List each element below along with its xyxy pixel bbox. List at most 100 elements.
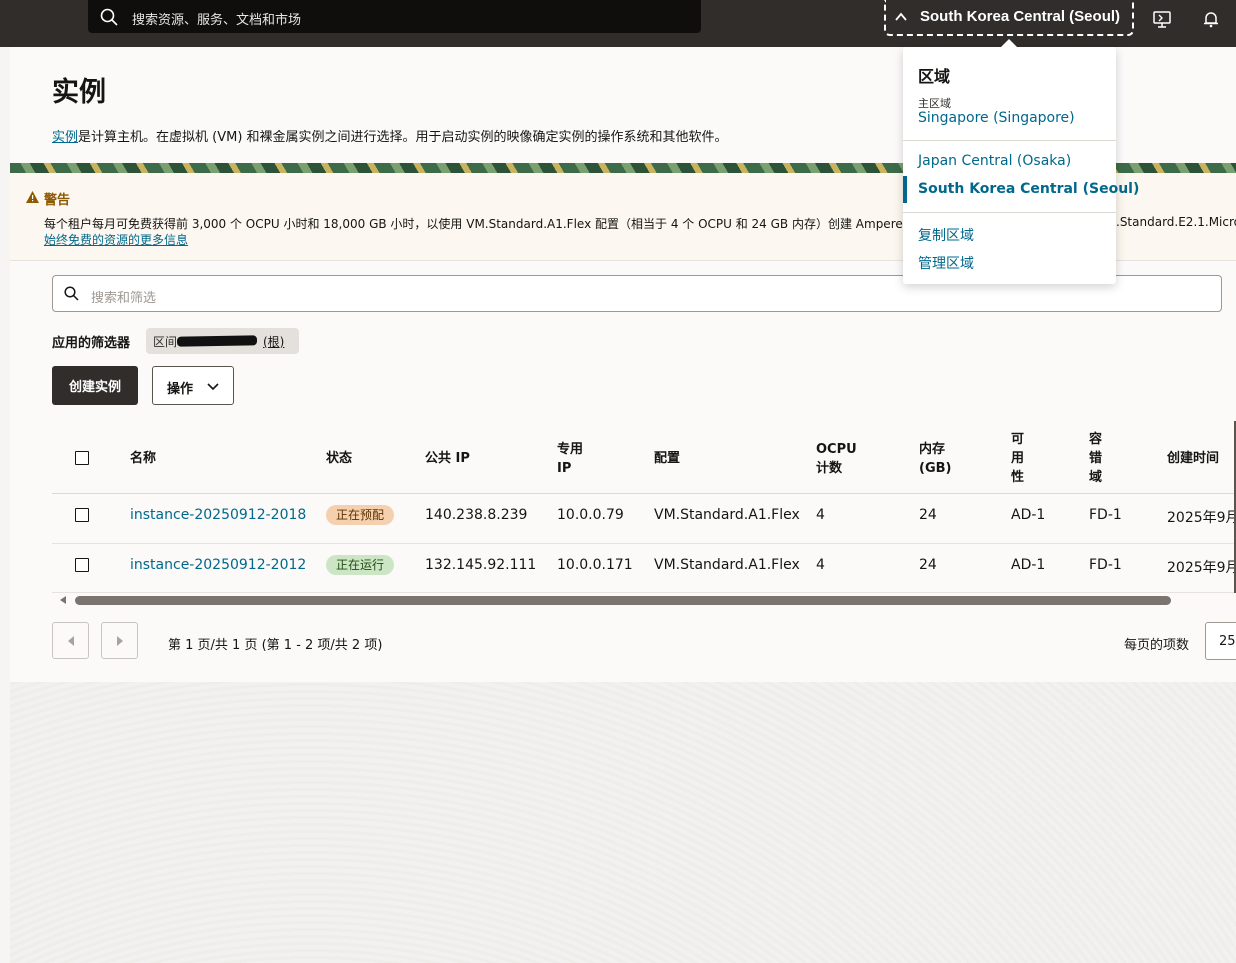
col-fd-l1: 容 (1089, 432, 1103, 447)
private-ip: 10.0.0.171 (557, 557, 633, 573)
warning-title: 警告 (44, 193, 71, 208)
col-name[interactable]: 名称 (130, 449, 156, 468)
scroll-left-arrow-icon[interactable] (58, 595, 68, 605)
col-shape[interactable]: 配置 (654, 449, 680, 468)
col-fd-l3: 域 (1089, 470, 1103, 485)
col-state[interactable]: 状态 (326, 449, 352, 468)
chip-suffix: (根) (263, 335, 285, 349)
fault-domain: FD-1 (1089, 507, 1122, 523)
background-decoration (10, 682, 1236, 963)
instances-doc-link[interactable]: 实例 (52, 130, 78, 145)
cloud-shell-icon[interactable] (1152, 9, 1172, 29)
page-description: 实例是计算主机。在虚拟机 (VM) 和裸金属实例之间进行选择。用于启动实例的映像… (52, 126, 728, 145)
col-private-ip-l2: IP (557, 461, 572, 476)
row-divider (52, 592, 1236, 593)
horizontal-scrollbar[interactable] (75, 596, 1171, 605)
warning-text-tail: .Standard.E2.1.Micro (1116, 215, 1236, 229)
region-item-osaka[interactable]: Japan Central (Osaka) (918, 153, 1071, 169)
row-checkbox[interactable] (75, 508, 89, 522)
ocpu-count: 4 (816, 507, 825, 523)
home-region-label: 主区域 (918, 97, 951, 110)
manage-regions-link[interactable]: 管理区域 (918, 253, 974, 273)
global-search-placeholder: 搜索资源、服务、文档和市场 (132, 13, 302, 28)
per-page-value: 25 (1219, 634, 1236, 649)
region-item-seoul[interactable]: South Korea Central (Seoul) (918, 181, 1139, 197)
home-region-link[interactable]: Singapore (Singapore) (918, 110, 1075, 126)
col-ad-l3: 性 (1011, 470, 1025, 485)
fault-domain: FD-1 (1089, 557, 1122, 573)
global-search-input[interactable]: 搜索资源、服务、文档和市场 (88, 0, 701, 33)
public-ip: 132.145.92.111 (425, 557, 537, 573)
col-ocpu-l2: 计数 (816, 461, 843, 476)
page-description-text: 是计算主机。在虚拟机 (VM) 和裸金属实例之间进行选择。用于启动实例的映像确定… (78, 130, 728, 145)
instance-name-link[interactable]: instance-20250912-2012 (130, 557, 306, 573)
pagination-summary: 第 1 页/共 1 页 (第 1 - 2 项/共 2 项) (168, 638, 383, 653)
col-availability-domain[interactable]: 可用性 (1011, 430, 1024, 487)
menu-divider (903, 140, 1116, 141)
chevron-up-icon (895, 12, 907, 21)
memory-gb: 24 (919, 507, 937, 523)
applied-filters-label: 应用的筛选器 (52, 336, 131, 351)
menu-divider (903, 212, 1116, 213)
shape: VM.Standard.A1.Flex (654, 557, 800, 573)
created-time: 2025年9月 (1167, 510, 1236, 526)
previous-page-button[interactable] (52, 622, 89, 659)
per-page-select[interactable]: 25 (1205, 622, 1236, 660)
availability-domain: AD-1 (1011, 507, 1046, 523)
search-icon (64, 286, 79, 301)
col-public-ip[interactable]: 公共 IP (425, 449, 470, 468)
top-bar: 搜索资源、服务、文档和市场 South Korea Central (Seoul… (0, 0, 1236, 47)
col-ocpu-l1: OCPU (816, 442, 857, 457)
col-memory-l2: (GB) (919, 461, 952, 476)
ocpu-count: 4 (816, 557, 825, 573)
search-filter-placeholder: 搜索和筛选 (91, 291, 157, 306)
redacted-compartment (176, 335, 258, 347)
actions-menu-button[interactable]: 操作 (152, 366, 234, 405)
status-badge: 正在运行 (326, 555, 395, 575)
col-created[interactable]: 创建时间 (1167, 449, 1219, 468)
status-badge: 正在预配 (326, 505, 395, 525)
copy-region-link[interactable]: 复制区域 (918, 225, 974, 245)
col-private-ip-l1: 专用 (557, 442, 584, 457)
actions-label: 操作 (167, 382, 194, 397)
private-ip: 10.0.0.79 (557, 507, 624, 523)
shape: VM.Standard.A1.Flex (654, 507, 800, 523)
col-fd-l2: 错 (1089, 451, 1103, 466)
availability-domain: AD-1 (1011, 557, 1046, 573)
col-memory-l1: 内存 (919, 442, 946, 457)
page-title: 实例 (52, 77, 106, 107)
memory-gb: 24 (919, 557, 937, 573)
row-divider (52, 543, 1236, 544)
dropdown-caret (1000, 39, 1018, 48)
chevron-right-icon (117, 636, 123, 646)
region-dropdown-menu: 区域 主区域 Singapore (Singapore) Japan Centr… (903, 39, 1139, 284)
instance-name-link[interactable]: instance-20250912-2018 (130, 507, 306, 523)
col-fault-domain[interactable]: 容错域 (1089, 430, 1102, 487)
chip-prefix: 区间 (153, 335, 178, 349)
region-selector-button[interactable]: South Korea Central (Seoul) (884, 0, 1134, 36)
region-menu-title: 区域 (918, 67, 951, 86)
row-checkbox[interactable] (75, 558, 89, 572)
search-icon (100, 8, 118, 26)
col-memory[interactable]: 内存 (GB) (919, 440, 951, 478)
create-instance-button[interactable]: 创建实例 (52, 366, 138, 405)
chevron-down-icon (207, 383, 219, 391)
bell-icon[interactable] (1201, 9, 1221, 29)
col-ocpu[interactable]: OCPU 计数 (816, 440, 857, 478)
select-all-checkbox[interactable] (75, 451, 89, 465)
warning-text: 每个租户每月可免费获得前 3,000 个 OCPU 小时和 18,000 GB … (44, 217, 951, 231)
col-ad-l2: 用 (1011, 451, 1025, 466)
chevron-left-icon (68, 636, 74, 646)
header-divider (52, 493, 1236, 494)
always-free-link[interactable]: 始终免费的资源的更多信息 (44, 231, 188, 248)
col-ad-l1: 可 (1011, 432, 1025, 447)
warning-icon (26, 191, 39, 203)
col-private-ip[interactable]: 专用 IP (557, 440, 583, 478)
compartment-filter-chip[interactable]: 区间 (根) (146, 328, 299, 354)
active-region-indicator (903, 176, 907, 203)
public-ip: 140.238.8.239 (425, 507, 528, 523)
region-selector-label: South Korea Central (Seoul) (920, 8, 1121, 25)
created-time: 2025年9月 (1167, 560, 1236, 576)
per-page-label: 每页的项数 (1124, 638, 1190, 653)
next-page-button[interactable] (101, 622, 138, 659)
